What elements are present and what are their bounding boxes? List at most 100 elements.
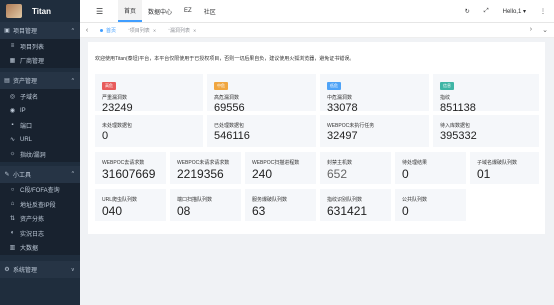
sidebar-item-project-list[interactable]: ≡ 项目列表 <box>0 39 80 54</box>
stat-label: 已处理数据包 <box>214 123 245 129</box>
sidebar-item-label: 地址反查IP段 <box>20 202 56 209</box>
tabs-scroll-left-icon[interactable]: ‹ <box>80 27 94 34</box>
sidebar-item-ip[interactable]: ◉ IP <box>0 103 80 118</box>
map-icon: ⌂ <box>10 201 15 208</box>
sort-icon: ⇅ <box>9 216 16 223</box>
stat-label: 指纹识别队列数 <box>327 197 363 203</box>
sidebar-group-projects[interactable]: ▣ 项目管理 ^ <box>0 22 80 39</box>
brand-name: Titan <box>32 6 51 16</box>
sidebar-group-system[interactable]: ⚙ 系统管理 v <box>0 261 80 278</box>
chevron-up-icon: ^ <box>71 77 74 84</box>
topmenu-label: 社区 <box>203 9 216 16</box>
topmenu-label: 首页 <box>124 8 137 15</box>
fullscreen-icon[interactable]: ⤢ <box>484 8 489 15</box>
sidebar-item-label: 资产分拣 <box>20 217 45 224</box>
stat-card-fingerprint: 信息 指纹 851138 <box>433 74 539 114</box>
globe-icon: ◎ <box>9 93 16 100</box>
sidebar-group-tools[interactable]: ✎ 小工具 ^ <box>0 165 80 183</box>
tab-project-list[interactable]: ◦ 项目列表 ✕ <box>122 23 162 37</box>
sidebar-item-fingerprint[interactable]: ☼ 指纹/漏洞 <box>0 147 80 162</box>
close-icon[interactable]: ✕ <box>193 28 196 33</box>
sidebar-item-label: C段/FOFA查询 <box>20 188 60 195</box>
stat-label: 待入库数据包 <box>440 123 471 129</box>
tab-vuln-list[interactable]: ◦ 漏洞列表 ✕ <box>162 23 202 37</box>
severity-badge: 中危 <box>214 82 228 90</box>
brand[interactable]: Titan <box>0 0 80 22</box>
sidebar-item-label: 指纹/漏洞 <box>20 152 46 159</box>
refresh-icon[interactable]: ↻ <box>465 8 470 15</box>
stat-value: 0 <box>402 167 409 181</box>
stat-card: 服务爆破队列数 63 <box>245 189 316 221</box>
stat-value: 01 <box>477 167 491 181</box>
stat-card: WEBPOC扫描进程数 240 <box>245 152 316 184</box>
hamburger-icon[interactable]: ☰ <box>96 7 106 16</box>
more-icon[interactable]: ⋮ <box>540 8 546 15</box>
stat-card: 公共队列数 0 <box>395 189 466 221</box>
tabs-dropdown-icon[interactable]: ⌄ <box>542 26 548 34</box>
log-icon: ◐ <box>10 230 15 237</box>
caret-down-icon: ▾ <box>522 8 526 15</box>
stat-label: 端口扫描队列数 <box>177 197 213 203</box>
topmenu-community[interactable]: 社区 <box>198 0 222 22</box>
stat-card: URL爬虫队列数 040 <box>95 189 166 221</box>
stat-label: WEBPOC去请求数 <box>102 160 145 166</box>
close-icon[interactable]: ✕ <box>153 28 156 33</box>
sidebar-group-label: 资产管理 <box>13 79 38 85</box>
stat-label: 公共队列数 <box>402 197 428 203</box>
stat-label: URL爬虫队列数 <box>102 197 138 203</box>
tab-home[interactable]: 首页 <box>94 23 122 37</box>
stat-card: 子域名爆破队列数 01 <box>470 152 539 184</box>
stat-value: 23249 <box>102 102 133 114</box>
sidebar-item-label: 实況日志 <box>20 231 45 238</box>
stat-card: 已处理数据包 546116 <box>207 115 316 147</box>
sidebar-item-port[interactable]: ▪ 端口 <box>0 118 80 133</box>
sidebar-item-fofa[interactable]: ○ C段/FOFA查询 <box>0 182 80 197</box>
stat-label: 服务爆破队列数 <box>252 197 288 203</box>
topmenu-home[interactable]: 首页 <box>118 0 143 22</box>
stat-label: 指纹 <box>440 95 451 101</box>
stat-card: 待入库数据包 395332 <box>433 115 539 147</box>
sidebar-item-url[interactable]: ∿ URL <box>0 132 80 147</box>
stat-card: 未处理数据包 0 <box>95 115 203 147</box>
stat-value: 31607669 <box>102 167 156 181</box>
topmenu-data-center[interactable]: 数据中心 <box>142 0 178 22</box>
sidebar-item-reverse-ip[interactable]: ⌂ 地址反查IP段 <box>0 197 80 212</box>
stat-card: WEBPOC去请求数 31607669 <box>95 152 166 184</box>
stat-value: 69556 <box>214 102 245 114</box>
sidebar-item-log[interactable]: ◐ 实況日志 <box>0 226 80 241</box>
stat-card-critical: 高危 严重漏洞数 23249 <box>95 74 203 114</box>
stat-value: 652 <box>327 167 348 181</box>
stat-value: 33078 <box>327 102 358 114</box>
top-navbar: ☰ 首页 数据中心 EZ 社区 ↻ ⤢ Hello,1 ▾ ⋮ <box>80 0 554 23</box>
stat-label: 未处理数据包 <box>102 123 133 129</box>
dashboard-panel: 欢迎使用Titan(泰坦)平台，本平台仅限使用于已授权项目，否则一切后果自负，建… <box>88 42 545 234</box>
sidebar-group-assets[interactable]: ▤ 资产管理 ^ <box>0 72 80 89</box>
user-menu[interactable]: Hello,1 ▾ <box>503 8 526 15</box>
topmenu-ez[interactable]: EZ <box>178 0 198 22</box>
sidebar-item-bigdata[interactable]: ▥ 大数据 <box>0 240 80 255</box>
tab-label: 漏洞列表 <box>169 27 190 34</box>
stat-label: 严重漏洞数 <box>102 95 128 101</box>
chart-icon: ▥ <box>9 245 16 252</box>
topmenu-label: 数据中心 <box>148 9 173 16</box>
chevron-down-icon: v <box>71 266 75 273</box>
settings-icon: ⚙ <box>4 267 10 273</box>
tabs-scroll-right-icon[interactable]: › <box>530 26 532 34</box>
stat-label: WEBPOC未执行任务 <box>327 123 375 129</box>
sidebar-item-vendor[interactable]: ▦ 厂商管理 <box>0 53 80 68</box>
stat-value: 08 <box>177 204 191 218</box>
chevron-up-icon: ^ <box>71 27 74 34</box>
stat-label: 封禁主机数 <box>327 160 353 166</box>
sidebar-item-label: IP <box>20 107 26 114</box>
stat-value: 851138 <box>440 102 476 114</box>
fingerprint-icon: ☼ <box>9 151 16 158</box>
stat-value: 395332 <box>440 130 477 142</box>
sidebar-item-label: 端口 <box>20 123 33 130</box>
stat-card: 封禁主机数 652 <box>320 152 391 184</box>
sidebar-item-asset-sort[interactable]: ⇅ 资产分拣 <box>0 211 80 226</box>
stat-card-high: 中危 高危漏洞数 69556 <box>207 74 316 114</box>
sidebar-item-subdomain[interactable]: ◎ 子域名 <box>0 89 80 104</box>
database-icon: ▤ <box>4 78 10 84</box>
stat-value: 32497 <box>327 130 358 142</box>
sidebar-group-label: 项目管理 <box>13 29 38 35</box>
